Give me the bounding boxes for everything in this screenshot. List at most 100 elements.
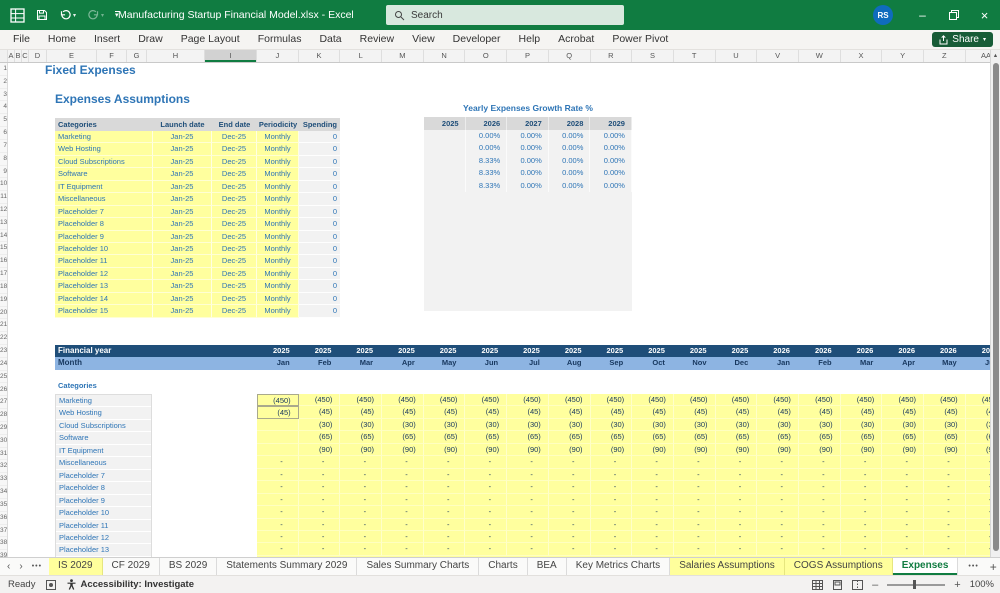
monthly-value-cell[interactable]: - xyxy=(591,481,633,493)
monthly-value-cell[interactable]: - xyxy=(841,506,883,518)
monthly-value-cell[interactable]: (45) xyxy=(382,406,424,418)
cell-end[interactable]: Dec-25 xyxy=(212,156,257,168)
cell-periodicity[interactable]: Monthly xyxy=(257,255,299,267)
year-cell[interactable]: 2025 xyxy=(257,345,299,357)
cell-end[interactable]: Dec-25 xyxy=(212,255,257,267)
cell-end[interactable]: Dec-25 xyxy=(212,131,257,143)
row-header-8[interactable]: 8 xyxy=(0,153,7,166)
sheet-nav-prev-icon[interactable]: ‹ xyxy=(7,561,10,572)
monthly-value-cell[interactable]: (65) xyxy=(299,431,341,443)
cell-end[interactable]: Dec-25 xyxy=(212,243,257,255)
monthly-value-cell[interactable]: - xyxy=(507,506,549,518)
normal-view-icon[interactable] xyxy=(812,580,823,590)
monthly-category-placeholder-11[interactable]: Placeholder 11 xyxy=(56,520,151,532)
column-header-C[interactable]: C xyxy=(22,50,29,62)
monthly-value-cell[interactable]: - xyxy=(340,469,382,481)
cell-category[interactable]: Web Hosting xyxy=(55,143,153,155)
section-title[interactable]: Expenses Assumptions xyxy=(55,92,190,106)
row-header-25[interactable]: 25 xyxy=(0,371,7,384)
cell-periodicity[interactable]: Monthly xyxy=(257,268,299,280)
column-header-U[interactable]: U xyxy=(716,50,758,62)
month-cell[interactable]: Feb xyxy=(799,357,841,369)
monthly-value-cell[interactable]: - xyxy=(507,494,549,506)
ribbon-tab-insert[interactable]: Insert xyxy=(85,30,129,50)
cell-spending[interactable]: 0 xyxy=(299,206,340,218)
monthly-value-cell[interactable]: - xyxy=(882,543,924,555)
monthly-value-cell[interactable]: - xyxy=(507,469,549,481)
growth-value-cell[interactable]: 0.00% xyxy=(549,155,591,167)
monthly-value-cell[interactable]: (450) xyxy=(882,394,924,406)
cell-periodicity[interactable]: Monthly xyxy=(257,218,299,230)
monthly-value-cell[interactable] xyxy=(257,419,299,431)
monthly-value-cell[interactable]: - xyxy=(966,494,990,506)
column-header-AA[interactable]: AA xyxy=(966,50,990,62)
year-cell[interactable]: 2025 xyxy=(591,345,633,357)
monthly-value-cell[interactable]: (45) xyxy=(257,406,299,418)
monthly-value-cell[interactable]: - xyxy=(591,543,633,555)
monthly-value-cell[interactable]: - xyxy=(757,481,799,493)
monthly-value-cell[interactable]: - xyxy=(549,481,591,493)
column-header-O[interactable]: O xyxy=(465,50,507,62)
cell-periodicity[interactable]: Monthly xyxy=(257,193,299,205)
monthly-category-placeholder-12[interactable]: Placeholder 12 xyxy=(56,532,151,544)
growth-value-cell[interactable] xyxy=(424,167,466,179)
monthly-category-placeholder-10[interactable]: Placeholder 10 xyxy=(56,507,151,519)
monthly-value-cell[interactable]: - xyxy=(674,506,716,518)
monthly-value-cell[interactable]: - xyxy=(799,456,841,468)
monthly-value-cell[interactable]: (450) xyxy=(799,394,841,406)
monthly-value-cell[interactable]: (450) xyxy=(549,394,591,406)
growth-value-cell[interactable]: 0.00% xyxy=(507,180,549,192)
monthly-value-cell[interactable]: (65) xyxy=(424,431,466,443)
page-break-view-icon[interactable] xyxy=(852,580,863,590)
monthly-value-cell[interactable]: (65) xyxy=(757,431,799,443)
monthly-value-cell[interactable]: - xyxy=(966,481,990,493)
row-header-7[interactable]: 7 xyxy=(0,140,7,153)
monthly-category-placeholder-13[interactable]: Placeholder 13 xyxy=(56,544,151,556)
cell-category[interactable]: Software xyxy=(55,168,153,180)
monthly-value-cell[interactable]: (450) xyxy=(424,394,466,406)
avatar[interactable]: RS xyxy=(873,5,893,25)
sheet-tab-key-metrics-charts[interactable]: Key Metrics Charts xyxy=(567,558,670,575)
column-header-A[interactable]: A xyxy=(8,50,15,62)
growth-table-title[interactable]: Yearly Expenses Growth Rate % xyxy=(424,103,632,113)
monthly-category-cloud-subscriptions[interactable]: Cloud Subscriptions xyxy=(56,420,151,432)
monthly-value-cell[interactable]: - xyxy=(716,481,758,493)
row-header-20[interactable]: 20 xyxy=(0,307,7,320)
financial-year-label[interactable]: Financial year xyxy=(58,345,111,357)
monthly-value-cell[interactable]: - xyxy=(340,456,382,468)
cell-launch[interactable]: Jan-25 xyxy=(153,193,212,205)
monthly-category-it-equipment[interactable]: IT Equipment xyxy=(56,445,151,457)
monthly-value-cell[interactable]: (30) xyxy=(841,419,883,431)
month-cell[interactable]: Apr xyxy=(382,357,424,369)
monthly-value-cell[interactable]: - xyxy=(257,456,299,468)
ribbon-tab-data[interactable]: Data xyxy=(310,30,350,50)
cell-launch[interactable]: Jan-25 xyxy=(153,280,212,292)
sheet-tab-charts[interactable]: Charts xyxy=(479,558,527,575)
monthly-value-cell[interactable]: - xyxy=(632,481,674,493)
cell-end[interactable]: Dec-25 xyxy=(212,218,257,230)
row-header-29[interactable]: 29 xyxy=(0,422,7,435)
ribbon-tab-power-pivot[interactable]: Power Pivot xyxy=(603,30,677,50)
cell-periodicity[interactable]: Monthly xyxy=(257,131,299,143)
monthly-value-cell[interactable]: (65) xyxy=(882,431,924,443)
monthly-category-placeholder-7[interactable]: Placeholder 7 xyxy=(56,470,151,482)
monthly-value-cell[interactable]: - xyxy=(382,481,424,493)
column-header-T[interactable]: T xyxy=(674,50,716,62)
monthly-category-placeholder-9[interactable]: Placeholder 9 xyxy=(56,495,151,507)
cell-end[interactable]: Dec-25 xyxy=(212,168,257,180)
growth-value-cell[interactable]: 0.00% xyxy=(590,130,632,142)
monthly-value-cell[interactable]: - xyxy=(716,531,758,543)
zoom-in-icon[interactable]: + xyxy=(954,579,960,591)
row-header-32[interactable]: 32 xyxy=(0,460,7,473)
monthly-value-cell[interactable]: - xyxy=(465,506,507,518)
monthly-value-cell[interactable]: - xyxy=(799,519,841,531)
cell-launch[interactable]: Jan-25 xyxy=(153,168,212,180)
year-cell[interactable]: 2026 xyxy=(799,345,841,357)
monthly-value-cell[interactable]: (30) xyxy=(340,419,382,431)
growth-value-cell[interactable]: 0.00% xyxy=(507,167,549,179)
monthly-value-cell[interactable]: (90) xyxy=(299,444,341,456)
growth-value-cell[interactable]: 0.00% xyxy=(549,142,591,154)
monthly-value-cell[interactable]: (450) xyxy=(382,394,424,406)
month-cell[interactable]: Jun xyxy=(465,357,507,369)
row-header-24[interactable]: 24 xyxy=(0,358,7,371)
